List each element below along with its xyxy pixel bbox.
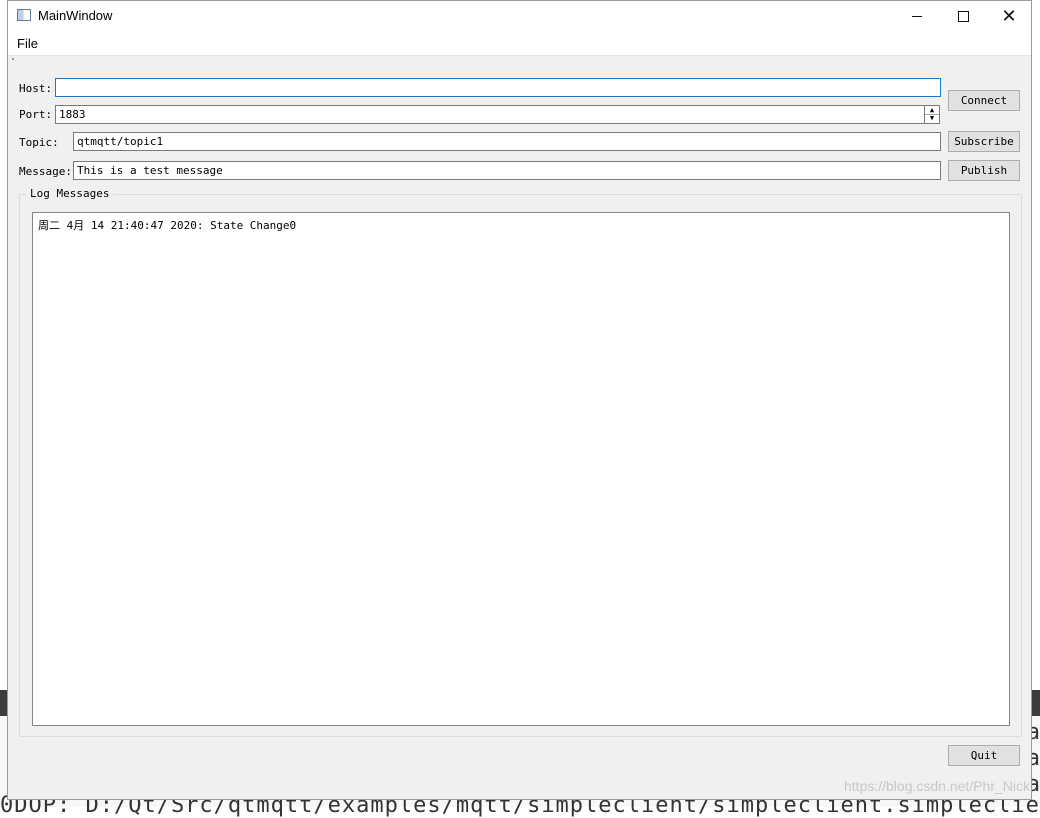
connect-button[interactable]: Connect xyxy=(948,90,1020,111)
publish-button[interactable]: Publish xyxy=(948,160,1020,181)
topic-label: Topic: xyxy=(19,136,59,149)
host-input[interactable] xyxy=(55,78,941,97)
menu-bar: File xyxy=(8,31,1031,56)
message-label: Message: xyxy=(19,165,72,178)
message-input[interactable] xyxy=(73,161,941,180)
topic-input[interactable] xyxy=(73,132,941,151)
port-label: Port: xyxy=(19,108,53,121)
main-window: MainWindow ✕ File Host: Port: ▲ ▼ Connec… xyxy=(7,0,1032,800)
window-app-icon xyxy=(17,9,31,21)
title-bar[interactable]: MainWindow ✕ xyxy=(8,1,1031,31)
log-text-area[interactable]: 周二 4月 14 21:40:47 2020: State Change0 xyxy=(32,212,1010,726)
subscribe-button[interactable]: Subscribe xyxy=(948,131,1020,152)
log-line: 周二 4月 14 21:40:47 2020: State Change0 xyxy=(38,219,297,232)
maximize-icon xyxy=(957,10,969,22)
host-label: Host: xyxy=(19,82,53,95)
minimize-icon xyxy=(912,15,922,17)
maximize-button[interactable] xyxy=(940,1,986,31)
close-button[interactable]: ✕ xyxy=(986,1,1032,31)
quit-button[interactable]: Quit xyxy=(948,745,1020,766)
watermark: https://blog.csdn.net/Phr_Nick xyxy=(844,778,1030,794)
window-title: MainWindow xyxy=(38,8,113,23)
minimize-button[interactable] xyxy=(894,1,940,31)
close-icon: ✕ xyxy=(1001,5,1017,27)
spin-down-icon[interactable]: ▼ xyxy=(925,114,939,122)
port-spinbox[interactable] xyxy=(55,105,925,124)
log-group-title: Log Messages xyxy=(26,187,114,200)
menu-file[interactable]: File xyxy=(17,36,38,51)
toolbar-grip xyxy=(12,58,14,60)
port-spinner-arrows: ▲ ▼ xyxy=(924,105,940,124)
